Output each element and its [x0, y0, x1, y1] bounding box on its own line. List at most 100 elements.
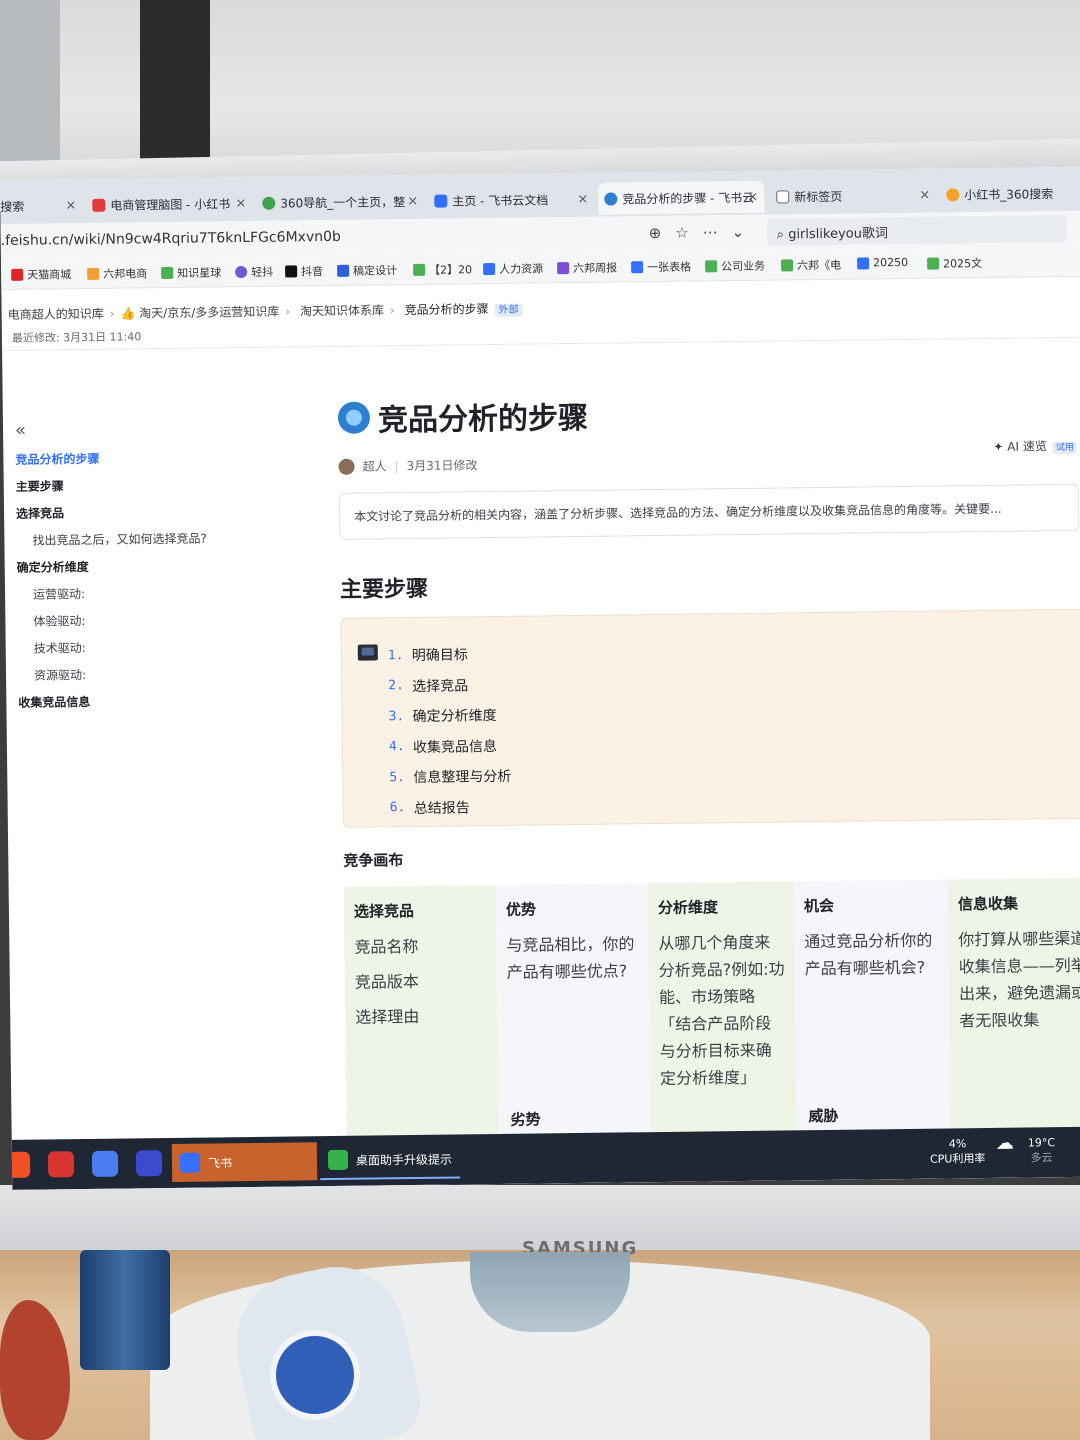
search-input[interactable]: ⌕ girlslikeyou歌词 — [766, 214, 1067, 246]
breadcrumb-item[interactable]: 电商超人的知识库 — [8, 307, 104, 322]
close-icon[interactable]: × — [407, 193, 418, 208]
bookmark-label: 一张表格 — [647, 260, 692, 275]
chevron-right-icon: › — [109, 306, 115, 321]
ai-summary-box[interactable]: 本文讨论了竞品分析的相关内容，涵盖了分析步骤、选择竞品的方法、确定分析维度以及收… — [338, 483, 1080, 540]
thumbs-up-icon: 👍 — [120, 306, 136, 321]
document-body: 竞品分析的步骤 超人 | 3月31日修改 ✦ AI 速览 试用 本文讨论了竞品分析… — [337, 387, 1080, 1187]
bookmark-item[interactable]: 【2】20 — [413, 261, 472, 278]
url-field[interactable]: .feishu.cn/wiki/Nn9cw4Rqriu7T6knLFGc6Mxv… — [1, 229, 341, 249]
background-pillar — [140, 0, 210, 160]
bookmark-item[interactable]: 天猫商城 — [11, 266, 71, 283]
avatar[interactable] — [338, 458, 355, 475]
taskbar-feishu[interactable]: 飞书 — [171, 1142, 318, 1182]
bookmark-item[interactable]: 轻抖 — [235, 264, 273, 280]
bookmark-icon — [557, 262, 570, 275]
bookmark-item[interactable]: 人力资源 — [483, 260, 543, 277]
doc-icon — [604, 191, 618, 206]
bookmark-label: 轻抖 — [251, 265, 274, 279]
star-icon[interactable]: ☆ — [675, 223, 703, 241]
toc-item[interactable]: 选择竞品 — [16, 497, 316, 528]
ai-app-icon[interactable] — [91, 1150, 119, 1177]
collapse-toc-icon[interactable]: « — [15, 416, 315, 441]
app-icon[interactable] — [135, 1150, 163, 1177]
trial-badge: 试用 — [1052, 441, 1077, 455]
chevron-down-icon[interactable]: ⌄ — [732, 223, 759, 241]
ai-summary-button[interactable]: ✦ AI 速览 试用 — [993, 437, 1077, 455]
breadcrumb-item[interactable]: 淘天知识体系库 — [300, 303, 384, 318]
list-text: 总结报告 — [413, 800, 470, 817]
close-icon[interactable]: × — [747, 189, 758, 204]
close-icon[interactable]: × — [577, 191, 588, 206]
bookmark-item[interactable]: 抖音 — [285, 263, 323, 279]
close-icon[interactable]: × — [919, 187, 930, 202]
divider — [2, 336, 1080, 351]
bookmark-item[interactable]: 一张表格 — [631, 259, 691, 276]
close-icon[interactable]: × — [65, 198, 76, 213]
search-icon: ⌕ — [776, 227, 785, 243]
toc-item[interactable]: 资源驱动: — [18, 659, 318, 690]
bookmark-label: 六邦电商 — [103, 267, 148, 281]
cpu-usage[interactable]: 4% CPU利用率 — [930, 1136, 986, 1167]
breadcrumb-item[interactable]: 淘天/京东/多多运营知识库 — [139, 305, 279, 321]
more-icon[interactable]: ⋯ — [703, 223, 732, 241]
taskbar: 飞书 桌面助手升级提示 4% CPU利用率 ☁ 19°C 多云 — [3, 1126, 1080, 1190]
toc-item[interactable]: 收集竞品信息 — [18, 686, 318, 717]
tab-360-search[interactable]: 小红书_360搜索 — [940, 177, 1080, 211]
toc-item[interactable]: 确定分析维度 — [17, 551, 317, 582]
bookmark-label: 20250 — [872, 255, 909, 270]
weather-widget[interactable]: 19°C 多云 — [1028, 1135, 1056, 1165]
bookmark-item[interactable]: 六邦《电 — [781, 257, 841, 274]
bookmark-item[interactable]: 六邦周报 — [557, 259, 617, 276]
column-text: 通过竞品分析你的产品有哪些机会? — [804, 930, 933, 979]
wps-icon[interactable] — [47, 1151, 75, 1178]
close-icon[interactable]: × — [235, 195, 246, 210]
toc-item[interactable]: 竞品分析的步骤 — [15, 443, 315, 474]
monitor-stand-neck — [470, 1252, 630, 1332]
bookmark-item[interactable]: 20250 — [857, 256, 908, 270]
weather-text: 多云 — [1030, 1151, 1053, 1165]
column-title: 优势 — [505, 900, 537, 919]
section-heading: 主要步骤 — [339, 576, 429, 603]
toc-item[interactable]: 体验驱动: — [17, 605, 317, 636]
bookmark-item[interactable]: 稿定设计 — [337, 262, 397, 279]
last-modified: 最近修改: 3月31日 11:40 — [11, 330, 142, 345]
tab-competitive-analysis[interactable]: 竞品分析的步骤 - 飞书云 × — [598, 180, 765, 215]
bookmark-item[interactable]: 公司业务 — [705, 258, 765, 275]
bookmark-icon — [705, 260, 718, 273]
bookmark-item[interactable]: 知识星球 — [161, 264, 221, 281]
tab-search[interactable]: 搜索 × — [0, 189, 83, 222]
weather-cloud-icon[interactable]: ☁ — [996, 1133, 1014, 1154]
toc-item[interactable]: 技术驱动: — [18, 632, 318, 663]
column-text: 你打算从哪些渠道收集信息——列举出来，避免遗漏或者无限收集 — [958, 928, 1080, 1031]
list-number: 5. — [389, 769, 406, 786]
list-text: 明确目标 — [411, 647, 468, 665]
chevron-right-icon: › — [285, 304, 291, 319]
tab-360-nav[interactable]: 360导航_一个主页，整 × — [256, 185, 424, 219]
tab-label: 主页 - 飞书云文档 — [452, 192, 549, 208]
tab-feishu-home[interactable]: 主页 - 飞书云文档 × — [428, 183, 594, 217]
address-bar-actions: ⊕☆⋯⌄ — [649, 223, 759, 242]
toc-item[interactable]: 找出竞品之后，又如何选择竞品? — [16, 524, 316, 555]
search-value: girlslikeyou歌词 — [788, 226, 889, 243]
toc-item[interactable]: 运营驱动: — [17, 578, 317, 609]
bookmark-item[interactable]: 六邦电商 — [87, 265, 147, 282]
author-name[interactable]: 超人 — [362, 457, 386, 474]
page-title[interactable]: 竞品分析的步骤 — [378, 393, 589, 440]
list-text: 确定分析维度 — [412, 708, 497, 726]
bookmark-icon — [87, 267, 100, 280]
monitor-screen: 搜索 × 电商管理脑图 - 小红书 × 360导航_一个主页，整 × 主页 - … — [0, 166, 1080, 1190]
tab-xiaohongshu-mindmap[interactable]: 电商管理脑图 - 小红书 × — [86, 187, 252, 221]
start-icon[interactable] — [3, 1151, 31, 1179]
bookmark-icon — [337, 264, 350, 277]
taskbar-label: 飞书 — [207, 1155, 233, 1171]
toc-item[interactable]: 主要步骤 — [16, 470, 316, 501]
taskbar-desktop-helper[interactable]: 桌面助手升级提示 — [319, 1140, 461, 1181]
download-icon[interactable]: ⊕ — [649, 224, 676, 242]
list-number: 4. — [388, 739, 405, 755]
bookmark-icon — [781, 259, 794, 272]
canvas-heading: 竞争画布 — [343, 851, 404, 870]
tab-new-tab[interactable]: 新标签页 × — [770, 179, 936, 213]
list-number: 6. — [389, 800, 406, 816]
list-number: 3. — [388, 708, 405, 725]
bookmark-item[interactable]: 2025文 — [927, 255, 982, 272]
